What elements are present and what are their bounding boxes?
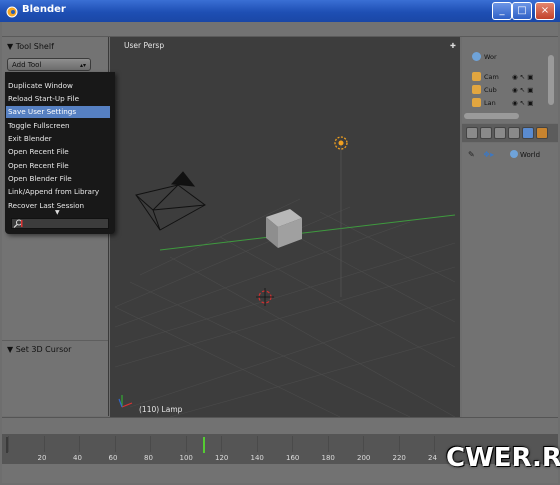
timeline-tick-label: 220 — [392, 454, 406, 462]
outliner-scrollbar-horizontal[interactable] — [464, 113, 519, 119]
outliner-row-lamp[interactable]: Lan ◉ ↖ ▣ — [462, 97, 550, 109]
layers-tab-icon[interactable] — [494, 127, 506, 139]
properties-world-label[interactable]: World — [520, 151, 540, 159]
viewport-scene — [114, 136, 456, 417]
menu-item-toggle-fullscreen[interactable]: Toggle Fullscreen — [6, 120, 110, 132]
timeline-tick-label: 24 — [428, 454, 437, 462]
timeline-tick-label: 40 — [73, 454, 82, 462]
x-axis-line — [159, 214, 456, 251]
updown-arrows-icon: ▴▾ — [79, 62, 86, 69]
timeline-tick-label: 180 — [321, 454, 335, 462]
world-icon — [510, 150, 518, 158]
timeline-tick-label: 60 — [108, 454, 118, 462]
object-tab-icon[interactable] — [508, 127, 520, 139]
timeline-tick-line — [434, 436, 435, 452]
timeline-tick-line — [398, 436, 400, 452]
close-button[interactable]: × — [535, 2, 555, 20]
window-title: Blender — [22, 4, 66, 15]
timeline-playhead[interactable] — [203, 437, 206, 453]
timeline-tick-label: 200 — [357, 454, 371, 462]
timeline-tick-line — [327, 436, 329, 452]
timeline-header — [2, 417, 558, 435]
timeline-tick-line — [185, 436, 187, 452]
tool-shelf-header[interactable]: ▼ Tool Shelf — [7, 42, 54, 51]
viewport-corner-widget-icon[interactable]: ✚ — [450, 42, 456, 50]
visibility-icons[interactable]: ◉ ↖ ▣ — [512, 71, 533, 83]
menu-more-arrow-icon[interactable]: ▼ — [55, 209, 60, 216]
outliner-row-label: Wor — [484, 53, 497, 61]
menu-item-duplicate-window[interactable]: Duplicate Window — [6, 80, 110, 92]
outliner-row-label: Cam — [484, 73, 499, 81]
blender-logo-icon — [6, 6, 18, 18]
timeline-tick-label: 20 — [37, 454, 47, 462]
view-mode-label: User Persp — [124, 41, 165, 50]
timeline-tick-label: 140 — [250, 454, 264, 462]
outliner-row-label: Lan — [484, 99, 496, 107]
panel-divider — [2, 340, 108, 341]
timeline-tick-label: 160 — [286, 454, 300, 462]
outliner-row-label: Cub — [484, 86, 497, 94]
camera-object[interactable] — [135, 171, 206, 231]
properties-panel — [462, 143, 558, 417]
pin-icon[interactable]: ✎ — [468, 150, 475, 159]
menu-item-reload-startup[interactable]: Reload Start-Up File — [6, 93, 110, 105]
render-tab-icon[interactable] — [466, 127, 478, 139]
timeline-tick-line — [8, 436, 9, 452]
timeline-tick-line — [150, 436, 151, 452]
visibility-icons[interactable]: ◉ ↖ ▣ — [512, 84, 533, 96]
set-3d-cursor-label: Set 3D Cursor — [15, 345, 72, 354]
active-object-label: (110) Lamp — [139, 405, 183, 414]
minimize-button[interactable]: _ — [492, 2, 512, 20]
timeline-tick-line — [43, 436, 45, 452]
collapse-arrow-icon: ▼ — [7, 345, 14, 354]
scene-icon: ❖▸ — [483, 150, 495, 159]
timeline-tick-line — [114, 436, 116, 452]
timeline-tick-line — [363, 436, 364, 452]
collapse-arrow-icon: ▼ — [7, 42, 14, 51]
window-titlebar — [0, 0, 560, 22]
outliner-scrollbar-vertical[interactable] — [548, 55, 554, 105]
outliner-row-world[interactable]: Wor — [462, 51, 550, 63]
watermark-text: CWER.RU — [446, 443, 560, 473]
timeline-tick-line — [256, 436, 258, 452]
menu-item-save-user-settings[interactable]: Save User Settings — [6, 106, 110, 118]
timeline-tick-line — [221, 436, 222, 452]
add-tool-label: Add Tool — [12, 61, 42, 69]
world-tab-icon[interactable] — [522, 127, 534, 139]
lamp-icon — [472, 98, 481, 107]
info-header — [2, 22, 558, 37]
axis-gizmo-icon — [118, 395, 133, 408]
outliner-panel: Wor Cam ◉ ↖ ▣ Cub ◉ ↖ ▣ Lan ◉ ↖ ▣ — [462, 37, 558, 123]
menu-item-open-recent-1[interactable]: Open Recent File — [6, 146, 110, 158]
timeline-tick-label: 120 — [215, 454, 229, 462]
tool-shelf-title: Tool Shelf — [15, 42, 54, 51]
mesh-icon — [472, 85, 481, 94]
timeline-tick-label: 80 — [144, 454, 153, 462]
menu-item-link-append[interactable]: Link/Append from Library — [6, 186, 110, 198]
add-tool-button[interactable]: Add Tool ▴▾ — [7, 58, 91, 71]
timeline-tick-label: 100 — [179, 454, 193, 462]
menu-item-exit-blender[interactable]: Exit Blender — [6, 133, 110, 145]
timeline-tick-line — [292, 436, 293, 452]
world-icon — [472, 52, 481, 61]
outliner-row-camera[interactable]: Cam ◉ ↖ ▣ — [462, 71, 550, 83]
cube-object[interactable] — [266, 209, 302, 248]
visibility-icons[interactable]: ◉ ↖ ▣ — [512, 97, 533, 109]
set-3d-cursor-header[interactable]: ▼ Set 3D Cursor — [7, 345, 71, 354]
outliner-row-cube[interactable]: Cub ◉ ↖ ▣ — [462, 84, 550, 96]
menu-item-open-blender-file[interactable]: Open Blender File — [6, 173, 110, 185]
menu-item-open-recent-2[interactable]: Open Recent File — [6, 160, 110, 172]
maximize-button[interactable]: □ — [512, 2, 532, 20]
camera-icon — [472, 72, 481, 81]
timeline-tick-line — [79, 436, 80, 452]
texture-tab-icon[interactable] — [536, 127, 548, 139]
scene-tab-icon[interactable] — [480, 127, 492, 139]
search-icon — [13, 219, 23, 228]
menu-search-input[interactable] — [11, 218, 109, 229]
